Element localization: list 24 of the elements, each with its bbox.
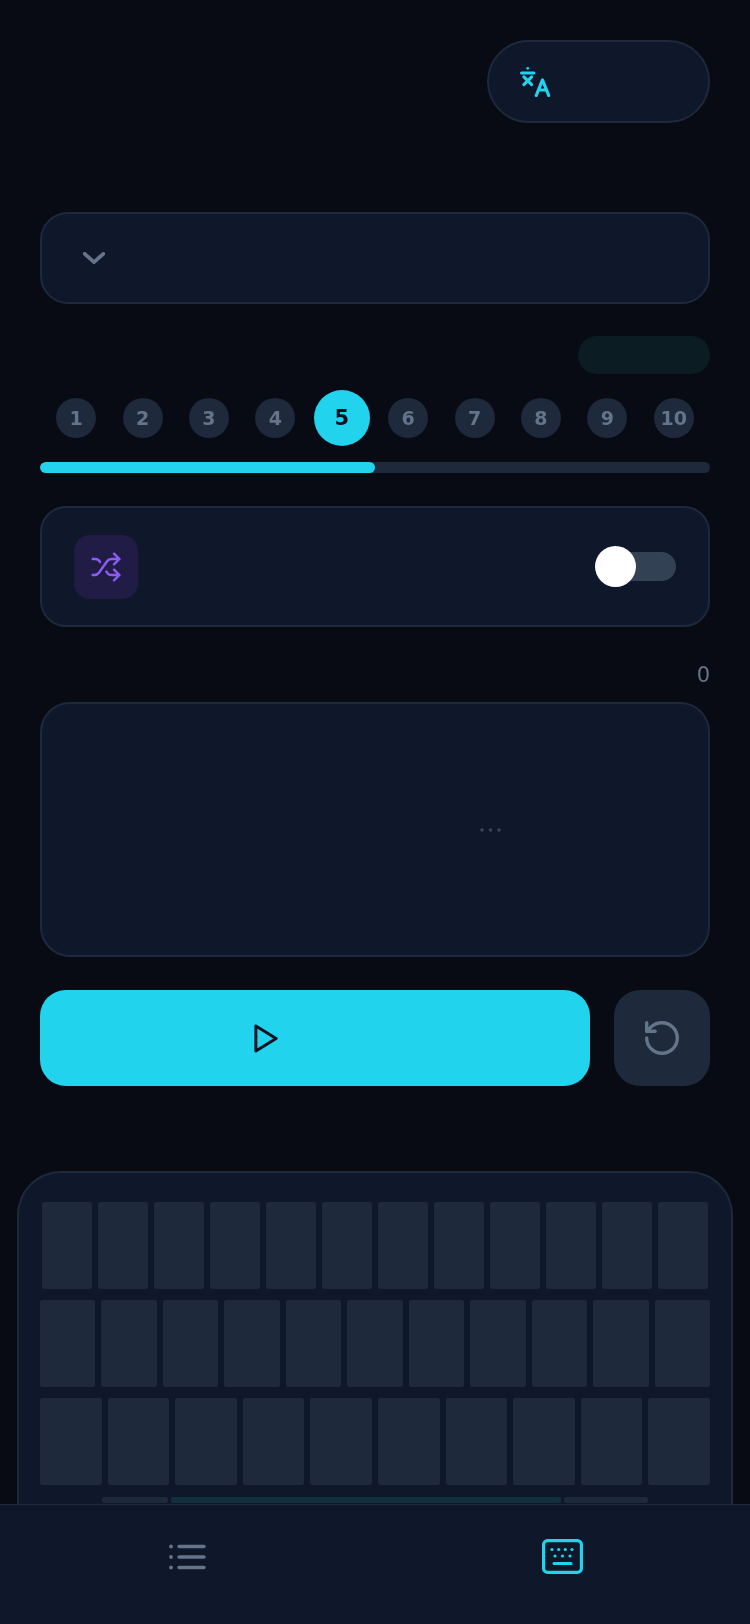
list-icon[interactable] <box>169 1543 206 1570</box>
keyboard-icon[interactable] <box>542 1539 583 1574</box>
translate-icon <box>520 66 551 97</box>
step-button[interactable]: 7 <box>454 398 495 438</box>
ellipsis-icon <box>479 827 501 832</box>
shuffle-icon <box>74 534 138 599</box>
step-button[interactable]: 10 <box>653 398 694 438</box>
reset-button[interactable] <box>614 990 710 1086</box>
play-icon <box>254 1023 278 1053</box>
step-button[interactable]: 5 <box>313 390 370 446</box>
step-button[interactable]: 2 <box>122 398 163 438</box>
chevron-down-icon <box>83 252 105 264</box>
step-button[interactable]: 6 <box>388 398 429 438</box>
step-button[interactable]: 3 <box>189 398 229 438</box>
step-button[interactable]: 4 <box>255 398 296 438</box>
dropdown-select[interactable] <box>40 212 710 304</box>
character-count: 0 <box>696 662 710 689</box>
step-button[interactable]: 8 <box>521 398 561 438</box>
toggle-switch[interactable] <box>595 546 676 587</box>
rotate-ccw-icon <box>645 1021 679 1055</box>
step-button[interactable]: 1 <box>56 398 97 438</box>
step-button[interactable]: 9 <box>587 398 628 438</box>
space-bar[interactable] <box>171 1497 561 1503</box>
play-button[interactable] <box>40 990 590 1086</box>
